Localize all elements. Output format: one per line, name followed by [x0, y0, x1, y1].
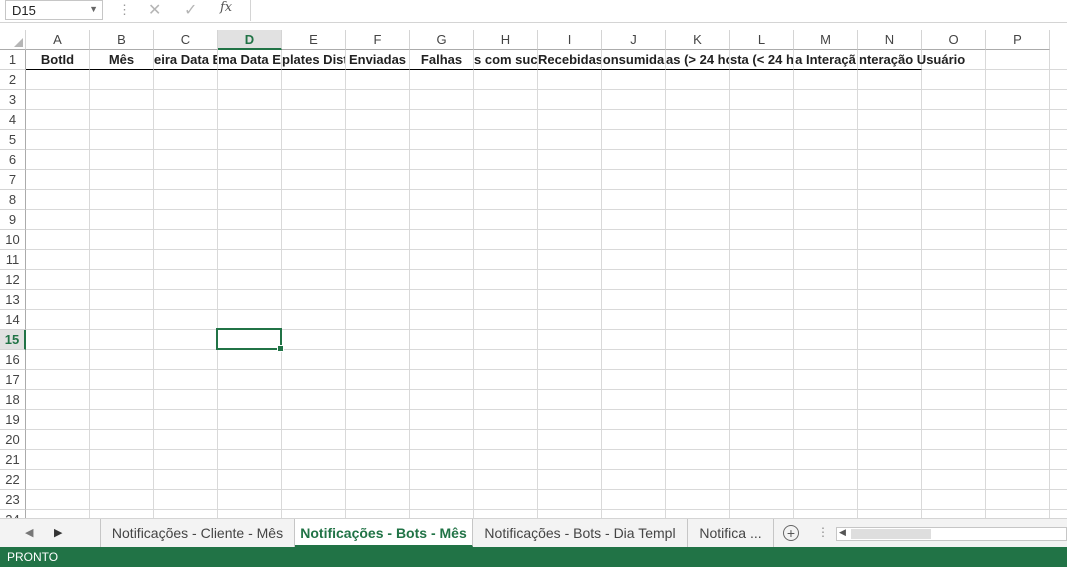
- sheet-tab[interactable]: Notificações - Cliente - Mês: [100, 519, 295, 547]
- cell-area[interactable]: BotId Mês eira Data Ema Data Eplates Dist E…: [26, 50, 1067, 518]
- column-header-d[interactable]: D: [218, 30, 282, 50]
- column-header-c[interactable]: C: [154, 30, 218, 50]
- header-cell-d[interactable]: ma Data E: [218, 50, 282, 70]
- row-header-3[interactable]: 3: [0, 90, 26, 110]
- column-header-j[interactable]: J: [602, 30, 666, 50]
- header-cell-a[interactable]: BotId: [26, 50, 90, 70]
- row-header-18[interactable]: 18: [0, 390, 26, 410]
- row-header-4[interactable]: 4: [0, 110, 26, 130]
- column-header-e[interactable]: E: [282, 30, 346, 50]
- header-cell-m[interactable]: a Interaçã: [794, 50, 858, 70]
- row-header-20[interactable]: 20: [0, 430, 26, 450]
- header-cell-c[interactable]: eira Data E: [154, 50, 218, 70]
- header-cell-b[interactable]: Mês: [90, 50, 154, 70]
- row-header-5[interactable]: 5: [0, 130, 26, 150]
- header-cell-k[interactable]: as (> 24 ho: [666, 50, 730, 70]
- status-text: PRONTO: [7, 550, 59, 564]
- scroll-right-icon[interactable]: ▶: [54, 526, 62, 539]
- row-header-16[interactable]: 16: [0, 350, 26, 370]
- formula-bar: D15 ▼ ⋮ ✕ ✓ fx: [0, 0, 1067, 23]
- column-header-m[interactable]: M: [794, 30, 858, 50]
- row-header-7[interactable]: 7: [0, 170, 26, 190]
- row-header-15[interactable]: 15: [0, 330, 26, 350]
- row-header-14[interactable]: 14: [0, 310, 26, 330]
- header-cell-e[interactable]: plates Dist: [282, 50, 346, 70]
- row-header-11[interactable]: 11: [0, 250, 26, 270]
- row-header-2[interactable]: 2: [0, 70, 26, 90]
- header-cell-g[interactable]: Falhas: [410, 50, 474, 70]
- add-sheet-icon[interactable]: +: [783, 525, 799, 541]
- row-header-17[interactable]: 17: [0, 370, 26, 390]
- row-header-13[interactable]: 13: [0, 290, 26, 310]
- column-header-g[interactable]: G: [410, 30, 474, 50]
- column-header-b[interactable]: B: [90, 30, 154, 50]
- column-header-o[interactable]: O: [922, 30, 986, 50]
- header-cell-h[interactable]: s com suc: [474, 50, 538, 70]
- column-header-h[interactable]: H: [474, 30, 538, 50]
- active-cell[interactable]: [216, 328, 284, 352]
- sheet-tab-active[interactable]: Notificações - Bots - Mês: [295, 519, 473, 547]
- column-header-f[interactable]: F: [346, 30, 410, 50]
- insert-function-icon[interactable]: fx: [220, 0, 232, 15]
- header-cell-l[interactable]: sta (< 24 h: [730, 50, 794, 70]
- row-header-22[interactable]: 22: [0, 470, 26, 490]
- row-header-19[interactable]: 19: [0, 410, 26, 430]
- column-header-k[interactable]: K: [666, 30, 730, 50]
- fill-handle[interactable]: [277, 345, 284, 352]
- enter-icon[interactable]: ✓: [184, 0, 197, 20]
- header-cell-f[interactable]: Enviadas: [346, 50, 410, 70]
- column-header-p[interactable]: P: [986, 30, 1050, 50]
- scroll-left-icon[interactable]: ◀: [25, 526, 33, 539]
- formula-input[interactable]: [250, 0, 1067, 21]
- sheet-tab[interactable]: Notifica ...: [688, 519, 774, 547]
- horizontal-scrollbar[interactable]: ◀: [836, 527, 1067, 541]
- row-header-23[interactable]: 23: [0, 490, 26, 510]
- chevron-down-icon[interactable]: ▼: [89, 4, 98, 14]
- name-box-value: D15: [12, 3, 36, 18]
- column-header-i[interactable]: I: [538, 30, 602, 50]
- row-header-10[interactable]: 10: [0, 230, 26, 250]
- scroll-left-arrow-icon[interactable]: ◀: [839, 527, 846, 538]
- sheet-tabs-bar: ◀ ▶ Notificações - Cliente - Mês Notific…: [0, 518, 1067, 548]
- status-bar: PRONTO: [0, 547, 1067, 567]
- more-icon: ⋮: [118, 2, 131, 17]
- more-icon: ⋮: [817, 525, 829, 539]
- row-header-21[interactable]: 21: [0, 450, 26, 470]
- column-header-n[interactable]: N: [858, 30, 922, 50]
- header-cell-j[interactable]: onsumida: [602, 50, 666, 70]
- row-header-6[interactable]: 6: [0, 150, 26, 170]
- header-cell-i[interactable]: Recebidas: [538, 50, 602, 70]
- cancel-icon[interactable]: ✕: [148, 0, 161, 20]
- row-header-12[interactable]: 12: [0, 270, 26, 290]
- row-header-8[interactable]: 8: [0, 190, 26, 210]
- name-box[interactable]: D15 ▼: [5, 0, 103, 20]
- scrollbar-thumb[interactable]: [851, 529, 931, 539]
- header-cell-n[interactable]: nteração Usuário: [858, 50, 965, 70]
- sheet-tab[interactable]: Notificações - Bots - Dia Templ: [473, 519, 688, 547]
- select-all-corner[interactable]: [0, 30, 26, 50]
- column-header-l[interactable]: L: [730, 30, 794, 50]
- row-header-9[interactable]: 9: [0, 210, 26, 230]
- row-header-1[interactable]: 1: [0, 50, 26, 70]
- column-header-a[interactable]: A: [26, 30, 90, 50]
